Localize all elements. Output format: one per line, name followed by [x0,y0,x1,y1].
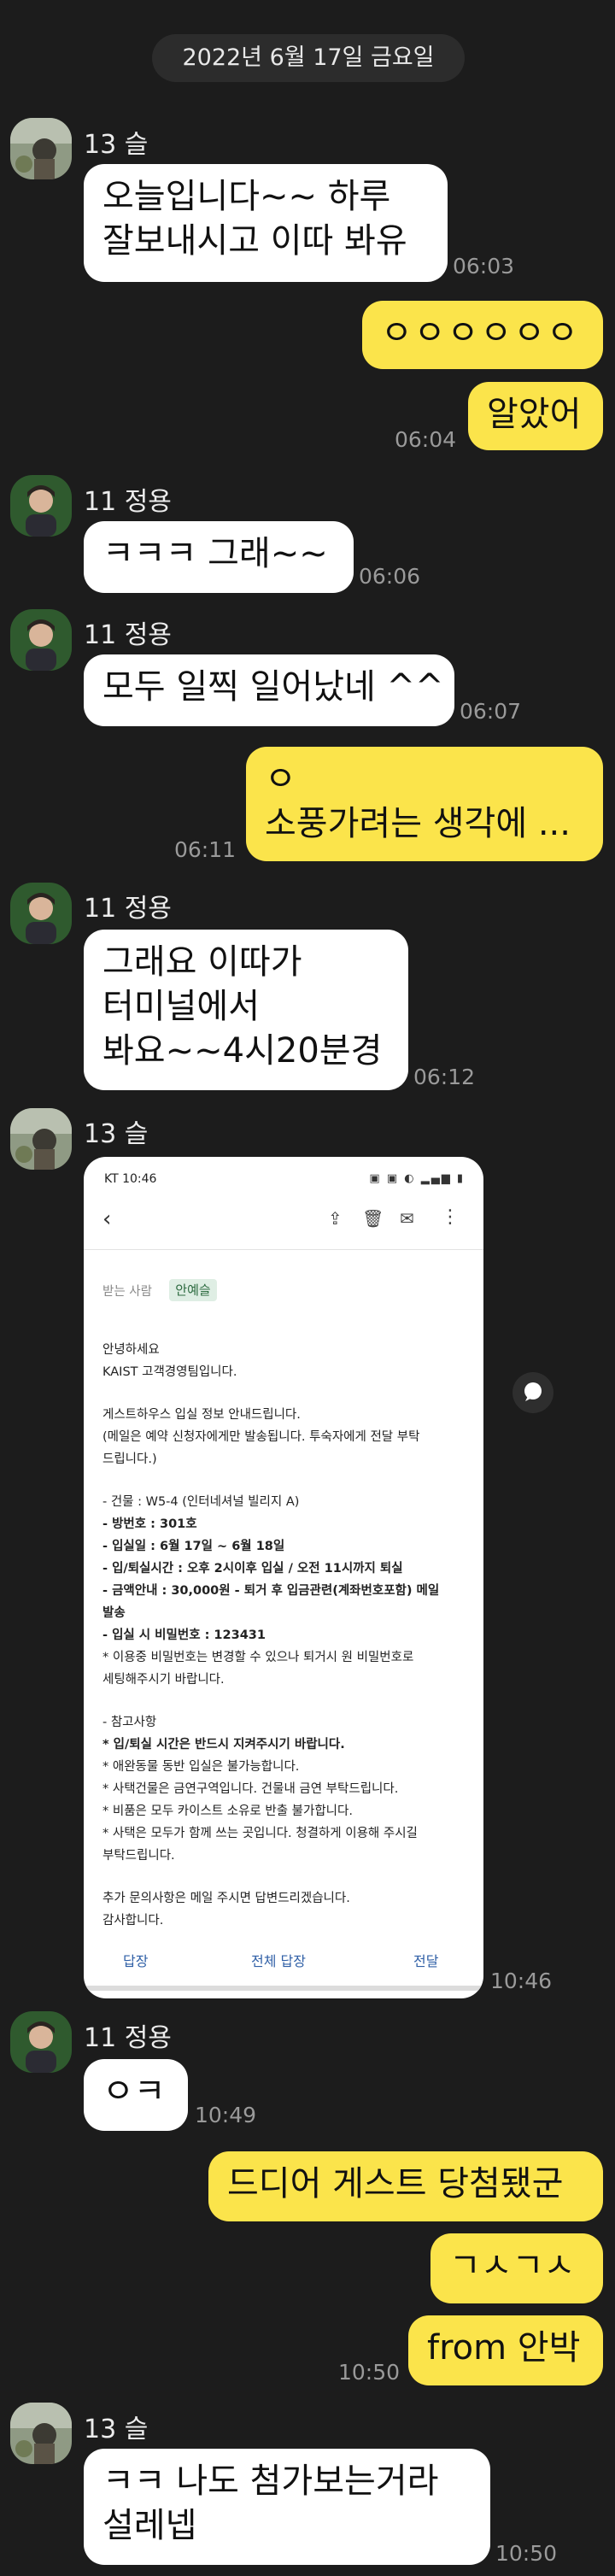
message-time: 10:50 [495,2541,558,2566]
message-text: 모두 일찍 일어났네 ^^ [102,667,444,707]
forward-button[interactable]: 전달 [413,1950,438,1970]
message-text: ㅇㅇㅇㅇㅇㅇ [381,314,580,353]
delete-icon[interactable]: 🗑 [362,1208,384,1229]
message-text: ㅇ [265,760,296,799]
mail-icon[interactable]: ✉ [400,1208,414,1229]
message-bubble[interactable]: ㅇ 소풍가려는 생각에 ... [246,747,603,861]
email-line: * 이용중 비밀번호는 변경할 수 있으나 퇴거시 원 비밀번호로 [102,1651,414,1664]
message-text: 오늘입니다~~ 하루 [102,177,391,216]
sender-name: 11 정용 [84,2023,172,2053]
email-line: 감사합니다. [102,1914,164,1928]
recipient-tag[interactable]: 안예슬 [169,1279,217,1301]
avatar[interactable] [10,2403,72,2464]
message-text: ㅋㅋㅋ 그래~~ [102,534,328,573]
message-bubble[interactable]: 알았어 [468,382,603,450]
message-time: 06:04 [395,427,457,452]
email-line: 세팅해주시기 바랍니다. [102,1673,225,1687]
message-text: ㅋㅋ 나도 첨가보는거라 [102,2462,439,2501]
speech-bubble-icon[interactable] [512,1372,554,1413]
avatar[interactable] [10,118,72,179]
message-text: ㅇㅋ [102,2072,166,2111]
message-time: 06:07 [460,699,522,724]
message-time: 06:03 [453,254,515,279]
message-bubble[interactable]: from 안박 [408,2315,603,2385]
message-time: 10:46 [490,1969,553,1993]
message-text: 봐요~~4시20분경 [102,1031,383,1071]
nav-bar [84,1986,483,1991]
message-time: 06:06 [359,564,421,589]
sender-name: 11 정용 [84,487,172,517]
avatar[interactable] [10,2011,72,2073]
email-line: - 참고사항 [102,1716,157,1729]
avatar[interactable] [10,475,72,537]
status-icons: ▣ ▣ ◐ ▂▄▆ ▮ [369,1172,465,1185]
message-bubble[interactable]: 모두 일찍 일어났네 ^^ [84,654,454,726]
message-bubble[interactable]: ㅋㅋㅋ 그래~~ [84,521,354,593]
email-line: - 입/퇴실시간 : 오후 2시이후 입실 / 오전 11시까지 퇴실 [102,1562,403,1576]
email-line: 게스트하우스 입실 정보 안내드립니다. [102,1408,301,1422]
message-text: from 안박 [427,2328,581,2368]
back-icon[interactable]: ‹ [102,1206,111,1232]
date-divider: 2022년 6월 17일 금요일 [152,34,465,82]
message-bubble[interactable]: ㅋㅋ 나도 첨가보는거라 설레넵 [84,2449,490,2565]
avatar[interactable] [10,883,72,944]
avatar[interactable] [10,1108,72,1170]
message-time: 06:12 [413,1065,476,1089]
recipient-label: 받는 사람 [102,1285,152,1299]
reply-button[interactable]: 답장 [123,1950,148,1970]
reply-all-button[interactable]: 전체 답장 [251,1950,306,1970]
email-line: - 입실일 : 6월 17일 ~ 6월 18일 [102,1540,285,1553]
move-icon[interactable]: ⇪ [328,1208,343,1229]
email-line: 추가 문의사항은 메일 주시면 답변드리겠습니다. [102,1892,350,1905]
email-line: * 사택은 모두가 함께 쓰는 곳입니다. 청결하게 이용해 주시길 [102,1827,418,1840]
message-bubble[interactable]: 드디어 게스트 당첨됐군 [208,2151,603,2221]
email-line: 발송 [102,1606,126,1620]
message-bubble[interactable]: ㄱㅅㄱㅅ [430,2233,603,2303]
sender-name: 13 슬 [84,2415,149,2444]
message-time: 06:11 [174,837,237,862]
email-line: * 입/퇴실 시간은 반드시 지켜주시기 바랍니다. [102,1738,345,1752]
message-bubble[interactable]: 그래요 이따가 터미널에서 봐요~~4시20분경 [84,930,408,1090]
message-text: 드디어 게스트 당첨됐군 [227,2164,564,2203]
status-bar-text: KT 10:46 [104,1172,157,1186]
message-text: 알았어 [487,395,582,434]
sender-name: 13 슬 [84,130,149,160]
email-line: 안녕하세요 [102,1343,160,1357]
sender-name: 11 정용 [84,894,172,924]
email-line: - 방번호 : 301호 [102,1517,197,1531]
message-text: 소풍가려는 생각에 ... [265,804,571,843]
message-time: 10:49 [195,2103,257,2127]
message-text: ㄱㅅㄱㅅ [449,2246,576,2286]
more-icon[interactable]: ⋮ [441,1206,460,1228]
email-line: - 금액안내 : 30,000원 - 퇴거 후 입금관련(계좌번호포함) 메일 [102,1584,440,1598]
message-bubble[interactable]: ㅇㅇㅇㅇㅇㅇ [362,301,603,369]
message-text: 잘보내시고 이따 봐유 [102,221,407,261]
email-line: (메일은 예약 신청자에게만 발송됩니다. 투숙자에게 전달 부탁 [102,1430,420,1444]
email-line: * 비품은 모두 카이스트 소유로 반출 불가합니다. [102,1804,353,1818]
sender-name: 11 정용 [84,620,172,650]
email-line: * 애완동물 동반 입실은 불가능합니다. [102,1760,300,1774]
email-line: 부탁드립니다. [102,1849,175,1863]
message-text: 터미널에서 [102,987,260,1026]
message-text: 설레넵 [102,2506,197,2545]
email-line: 드립니다.) [102,1452,157,1466]
avatar[interactable] [10,609,72,671]
email-line: - 건물 : W5-4 (인터네셔널 빌리지 A) [102,1495,300,1509]
email-screenshot-image[interactable]: KT 10:46 ▣ ▣ ◐ ▂▄▆ ▮ ‹ ⇪ 🗑 ✉ ⋮ 받는 사람 안예슬… [84,1157,483,1998]
email-line: - 입실 시 비밀번호 : 123431 [102,1628,266,1642]
email-line: * 사택건물은 금연구역입니다. 건물내 금연 부탁드립니다. [102,1782,399,1796]
message-bubble[interactable]: 오늘입니다~~ 하루 잘보내시고 이따 봐유 [84,164,448,282]
sender-name: 13 슬 [84,1119,149,1149]
divider [84,1249,483,1250]
message-text: 그래요 이따가 [102,942,302,982]
email-line: KAIST 고객경영팀입니다. [102,1365,237,1379]
message-time: 10:50 [338,2360,401,2385]
message-bubble[interactable]: ㅇㅋ [84,2059,188,2131]
